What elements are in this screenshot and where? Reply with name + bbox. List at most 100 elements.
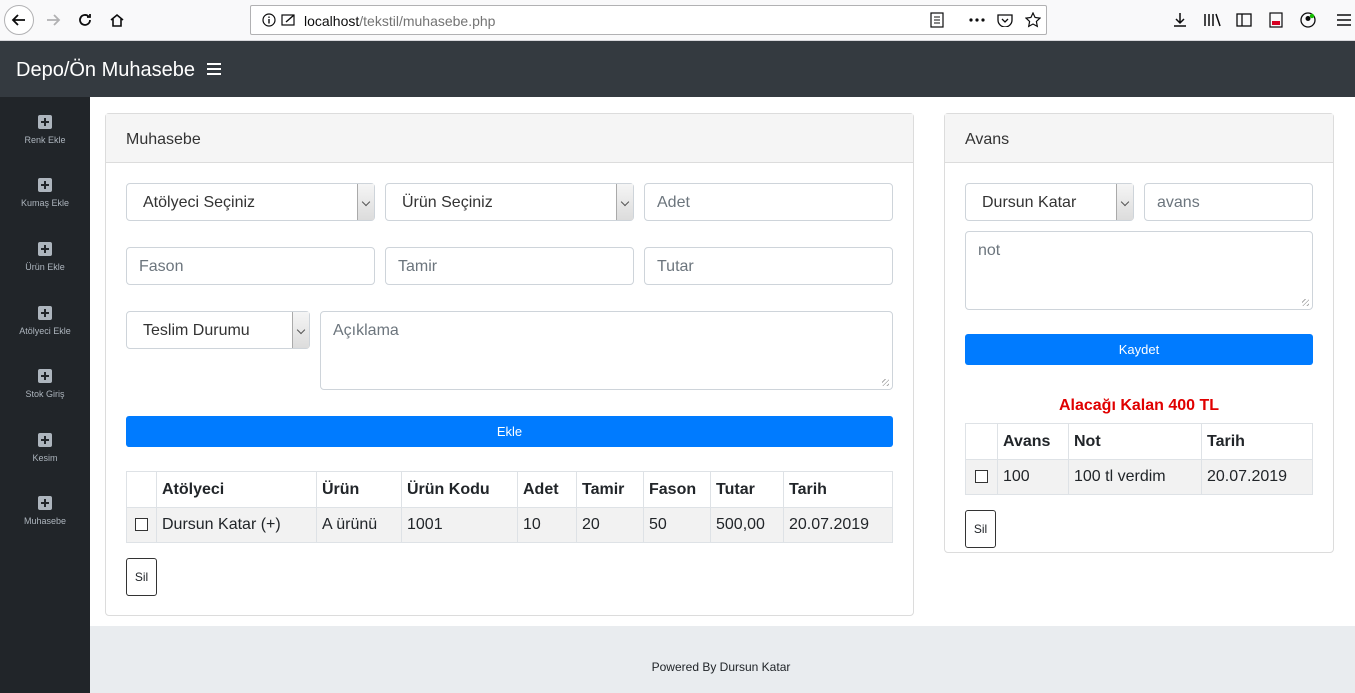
sidebar-item-renk-ekle[interactable]: Renk Ekle bbox=[0, 115, 90, 163]
download-icon[interactable] bbox=[1170, 10, 1190, 30]
fason-input[interactable]: Fason bbox=[126, 247, 375, 285]
tutar-input[interactable]: Tutar bbox=[644, 247, 893, 285]
table-cell: 20.07.2019 bbox=[783, 507, 893, 543]
row-checkbox[interactable] bbox=[975, 470, 988, 484]
table-header-row: Avans Not Tarih bbox=[965, 423, 1313, 460]
app-navbar: Depo/Ön Muhasebe bbox=[0, 41, 1355, 97]
table-cell: 20.07.2019 bbox=[1201, 459, 1313, 495]
sidebar-toggle-icon[interactable] bbox=[1234, 10, 1254, 30]
column-header: Tarih bbox=[783, 471, 893, 508]
row-select-cell bbox=[126, 507, 157, 543]
sidebar-item-label: Kumaş Ekle bbox=[20, 198, 70, 208]
plus-square-icon bbox=[38, 115, 52, 129]
plus-square-icon bbox=[38, 242, 52, 256]
chevron-down-icon bbox=[292, 312, 309, 348]
sidebar-item-label: Renk Ekle bbox=[24, 135, 66, 145]
sidebar-item-urun-ekle[interactable]: Ürün Ekle bbox=[0, 242, 90, 290]
teslim-select-value: Teslim Durumu bbox=[143, 322, 250, 339]
plus-square-icon bbox=[38, 496, 52, 510]
column-header: Avans bbox=[997, 423, 1069, 460]
kaydet-button[interactable]: Kaydet bbox=[965, 334, 1313, 365]
sidebar-item-label: Atölyeci Ekle bbox=[19, 326, 71, 336]
table-header-row: Atölyeci Ürün Ürün Kodu Adet Tamir Fason… bbox=[126, 471, 893, 508]
muhasebe-table: Atölyeci Ürün Ürün Kodu Adet Tamir Fason… bbox=[126, 471, 893, 543]
aciklama-textarea[interactable]: Açıklama bbox=[320, 311, 893, 390]
table-cell: 50 bbox=[643, 507, 711, 543]
sidebar-item-atolyeci-ekle[interactable]: Atölyeci Ekle bbox=[0, 306, 90, 354]
column-header: Adet bbox=[517, 471, 577, 508]
library-icon[interactable] bbox=[1202, 10, 1222, 30]
atolyeci-select[interactable]: Atölyeci Seçiniz bbox=[126, 183, 375, 221]
column-header: Not bbox=[1068, 423, 1202, 460]
select-column-header bbox=[965, 423, 998, 460]
person-select[interactable]: Dursun Katar bbox=[965, 183, 1134, 221]
chevron-down-icon bbox=[1116, 184, 1133, 220]
table-cell: Dursun Katar (+) bbox=[156, 507, 317, 543]
sidebar-item-label: Muhasebe bbox=[23, 516, 67, 526]
resize-handle-icon[interactable] bbox=[1302, 299, 1309, 306]
column-header: Atölyeci bbox=[156, 471, 317, 508]
resize-handle-icon[interactable] bbox=[882, 379, 889, 386]
column-header: Ürün bbox=[316, 471, 402, 508]
forward-arrow-icon[interactable] bbox=[38, 5, 68, 35]
atolyeci-select-value: Atölyeci Seçiniz bbox=[143, 194, 256, 211]
table-cell: 1001 bbox=[401, 507, 518, 543]
browser-toolbar: localhost/tekstil/muhasebe.php bbox=[0, 0, 1355, 41]
table-cell: 100 tl verdim bbox=[1068, 459, 1202, 495]
table-cell: 10 bbox=[517, 507, 577, 543]
row-select-cell bbox=[965, 459, 998, 495]
menu-icon[interactable] bbox=[1334, 10, 1354, 30]
plus-square-icon bbox=[38, 306, 52, 320]
account-icon[interactable] bbox=[1298, 10, 1318, 30]
avans-input[interactable]: avans bbox=[1144, 183, 1313, 221]
chevron-down-icon bbox=[616, 184, 633, 220]
sidebar-item-label: Ürün Ekle bbox=[25, 262, 65, 272]
plus-square-icon bbox=[38, 433, 52, 447]
reload-icon[interactable] bbox=[70, 5, 100, 35]
more-actions-icon[interactable] bbox=[967, 10, 987, 30]
column-header: Tarih bbox=[1201, 423, 1313, 460]
home-icon[interactable] bbox=[102, 5, 132, 35]
sidebar-item-muhasebe[interactable]: Muhasebe bbox=[0, 496, 90, 544]
urun-select-value: Ürün Seçiniz bbox=[402, 194, 493, 211]
plus-square-icon bbox=[38, 178, 52, 192]
avans-sil-button[interactable]: Sil bbox=[965, 510, 996, 548]
hamburger-menu-icon[interactable] bbox=[207, 63, 221, 75]
table-cell: 100 bbox=[997, 459, 1069, 495]
muhasebe-card: Muhasebe Atölyeci Seçiniz Ürün Seçiniz A… bbox=[105, 113, 914, 616]
sil-button[interactable]: Sil bbox=[126, 558, 157, 596]
table-cell: A ürünü bbox=[316, 507, 402, 543]
sidebar-item-kesim[interactable]: Kesim bbox=[0, 433, 90, 481]
teslim-durumu-select[interactable]: Teslim Durumu bbox=[126, 311, 310, 349]
table-cell: 20 bbox=[576, 507, 644, 543]
row-checkbox[interactable] bbox=[135, 518, 148, 532]
select-column-header bbox=[126, 471, 157, 508]
muhasebe-card-title: Muhasebe bbox=[106, 114, 913, 163]
not-textarea[interactable]: not bbox=[965, 231, 1313, 310]
avans-table: Avans Not Tarih 100 100 tl verdim 20.07.… bbox=[965, 423, 1313, 495]
sidebar-item-label: Stok Giriş bbox=[25, 389, 65, 399]
tamir-input[interactable]: Tamir bbox=[385, 247, 634, 285]
urun-select[interactable]: Ürün Seçiniz bbox=[385, 183, 634, 221]
column-header: Ürün Kodu bbox=[401, 471, 518, 508]
person-select-value: Dursun Katar bbox=[982, 194, 1077, 211]
sidebar-item-kumas-ekle[interactable]: Kumaş Ekle bbox=[0, 178, 90, 226]
table-row: Dursun Katar (+) A ürünü 1001 10 20 50 5… bbox=[126, 507, 893, 543]
sidebar-item-stok-giris[interactable]: Stok Giriş bbox=[0, 369, 90, 417]
info-icon[interactable] bbox=[259, 10, 279, 30]
reader-view-icon[interactable] bbox=[927, 10, 947, 30]
ekle-button[interactable]: Ekle bbox=[126, 416, 893, 447]
aciklama-placeholder: Açıklama bbox=[333, 322, 399, 339]
url-text: localhost/tekstil/muhasebe.php bbox=[304, 13, 496, 29]
column-header: Tutar bbox=[710, 471, 784, 508]
bookmark-star-icon[interactable] bbox=[1023, 10, 1043, 30]
back-arrow-icon[interactable] bbox=[4, 5, 34, 35]
connection-icon[interactable] bbox=[279, 10, 299, 30]
sidebar-item-label: Kesim bbox=[32, 453, 58, 463]
url-bar[interactable]: localhost/tekstil/muhasebe.php bbox=[250, 5, 1047, 35]
footer: Powered By Dursun Katar bbox=[90, 626, 1355, 693]
pdf-icon[interactable] bbox=[1266, 10, 1286, 30]
adet-input[interactable]: Adet bbox=[644, 183, 893, 221]
brand-title[interactable]: Depo/Ön Muhasebe bbox=[16, 59, 195, 82]
pocket-icon[interactable] bbox=[995, 10, 1015, 30]
